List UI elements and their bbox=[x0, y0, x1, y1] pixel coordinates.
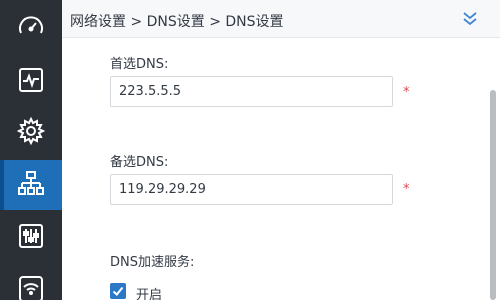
primary-dns-label: 首选DNS: bbox=[110, 57, 169, 72]
double-chevron-down-icon[interactable] bbox=[462, 10, 478, 28]
checkmark-icon bbox=[112, 286, 124, 296]
main-panel: 网络设置 > DNS设置 > DNS设置 首选DNS: * 备选DNS: * D… bbox=[62, 0, 500, 300]
sidebar bbox=[0, 0, 62, 300]
dns-acceleration-option-label: 开启 bbox=[136, 288, 163, 300]
dns-acceleration-checkbox[interactable] bbox=[110, 283, 126, 299]
sidebar-item-network[interactable] bbox=[0, 160, 62, 210]
sidebar-item-settings[interactable] bbox=[0, 108, 62, 158]
secondary-dns-required-mark: * bbox=[403, 182, 410, 197]
breadcrumb-bar: 网络设置 > DNS设置 > DNS设置 bbox=[62, 0, 500, 38]
scrollbar-thumb[interactable] bbox=[490, 90, 496, 300]
sidebar-item-status[interactable] bbox=[0, 4, 62, 54]
secondary-dns-input[interactable] bbox=[110, 174, 393, 205]
wifi-router-icon bbox=[16, 273, 46, 300]
sidebar-item-monitor[interactable] bbox=[0, 57, 62, 107]
sidebar-item-wireless[interactable] bbox=[0, 265, 62, 300]
secondary-dns-label: 备选DNS: bbox=[110, 155, 169, 170]
primary-dns-required-mark: * bbox=[403, 85, 410, 100]
network-topology-icon bbox=[16, 168, 46, 202]
sliders-icon bbox=[16, 221, 46, 255]
breadcrumb: 网络设置 > DNS设置 > DNS设置 bbox=[70, 14, 284, 30]
sidebar-item-advanced[interactable] bbox=[0, 213, 62, 263]
dns-acceleration-label: DNS加速服务: bbox=[110, 255, 195, 270]
gear-icon bbox=[16, 116, 46, 150]
scrollbar[interactable] bbox=[490, 38, 496, 300]
pulse-monitor-icon bbox=[16, 65, 46, 99]
speedometer-icon bbox=[16, 12, 46, 46]
primary-dns-input[interactable] bbox=[110, 76, 393, 107]
